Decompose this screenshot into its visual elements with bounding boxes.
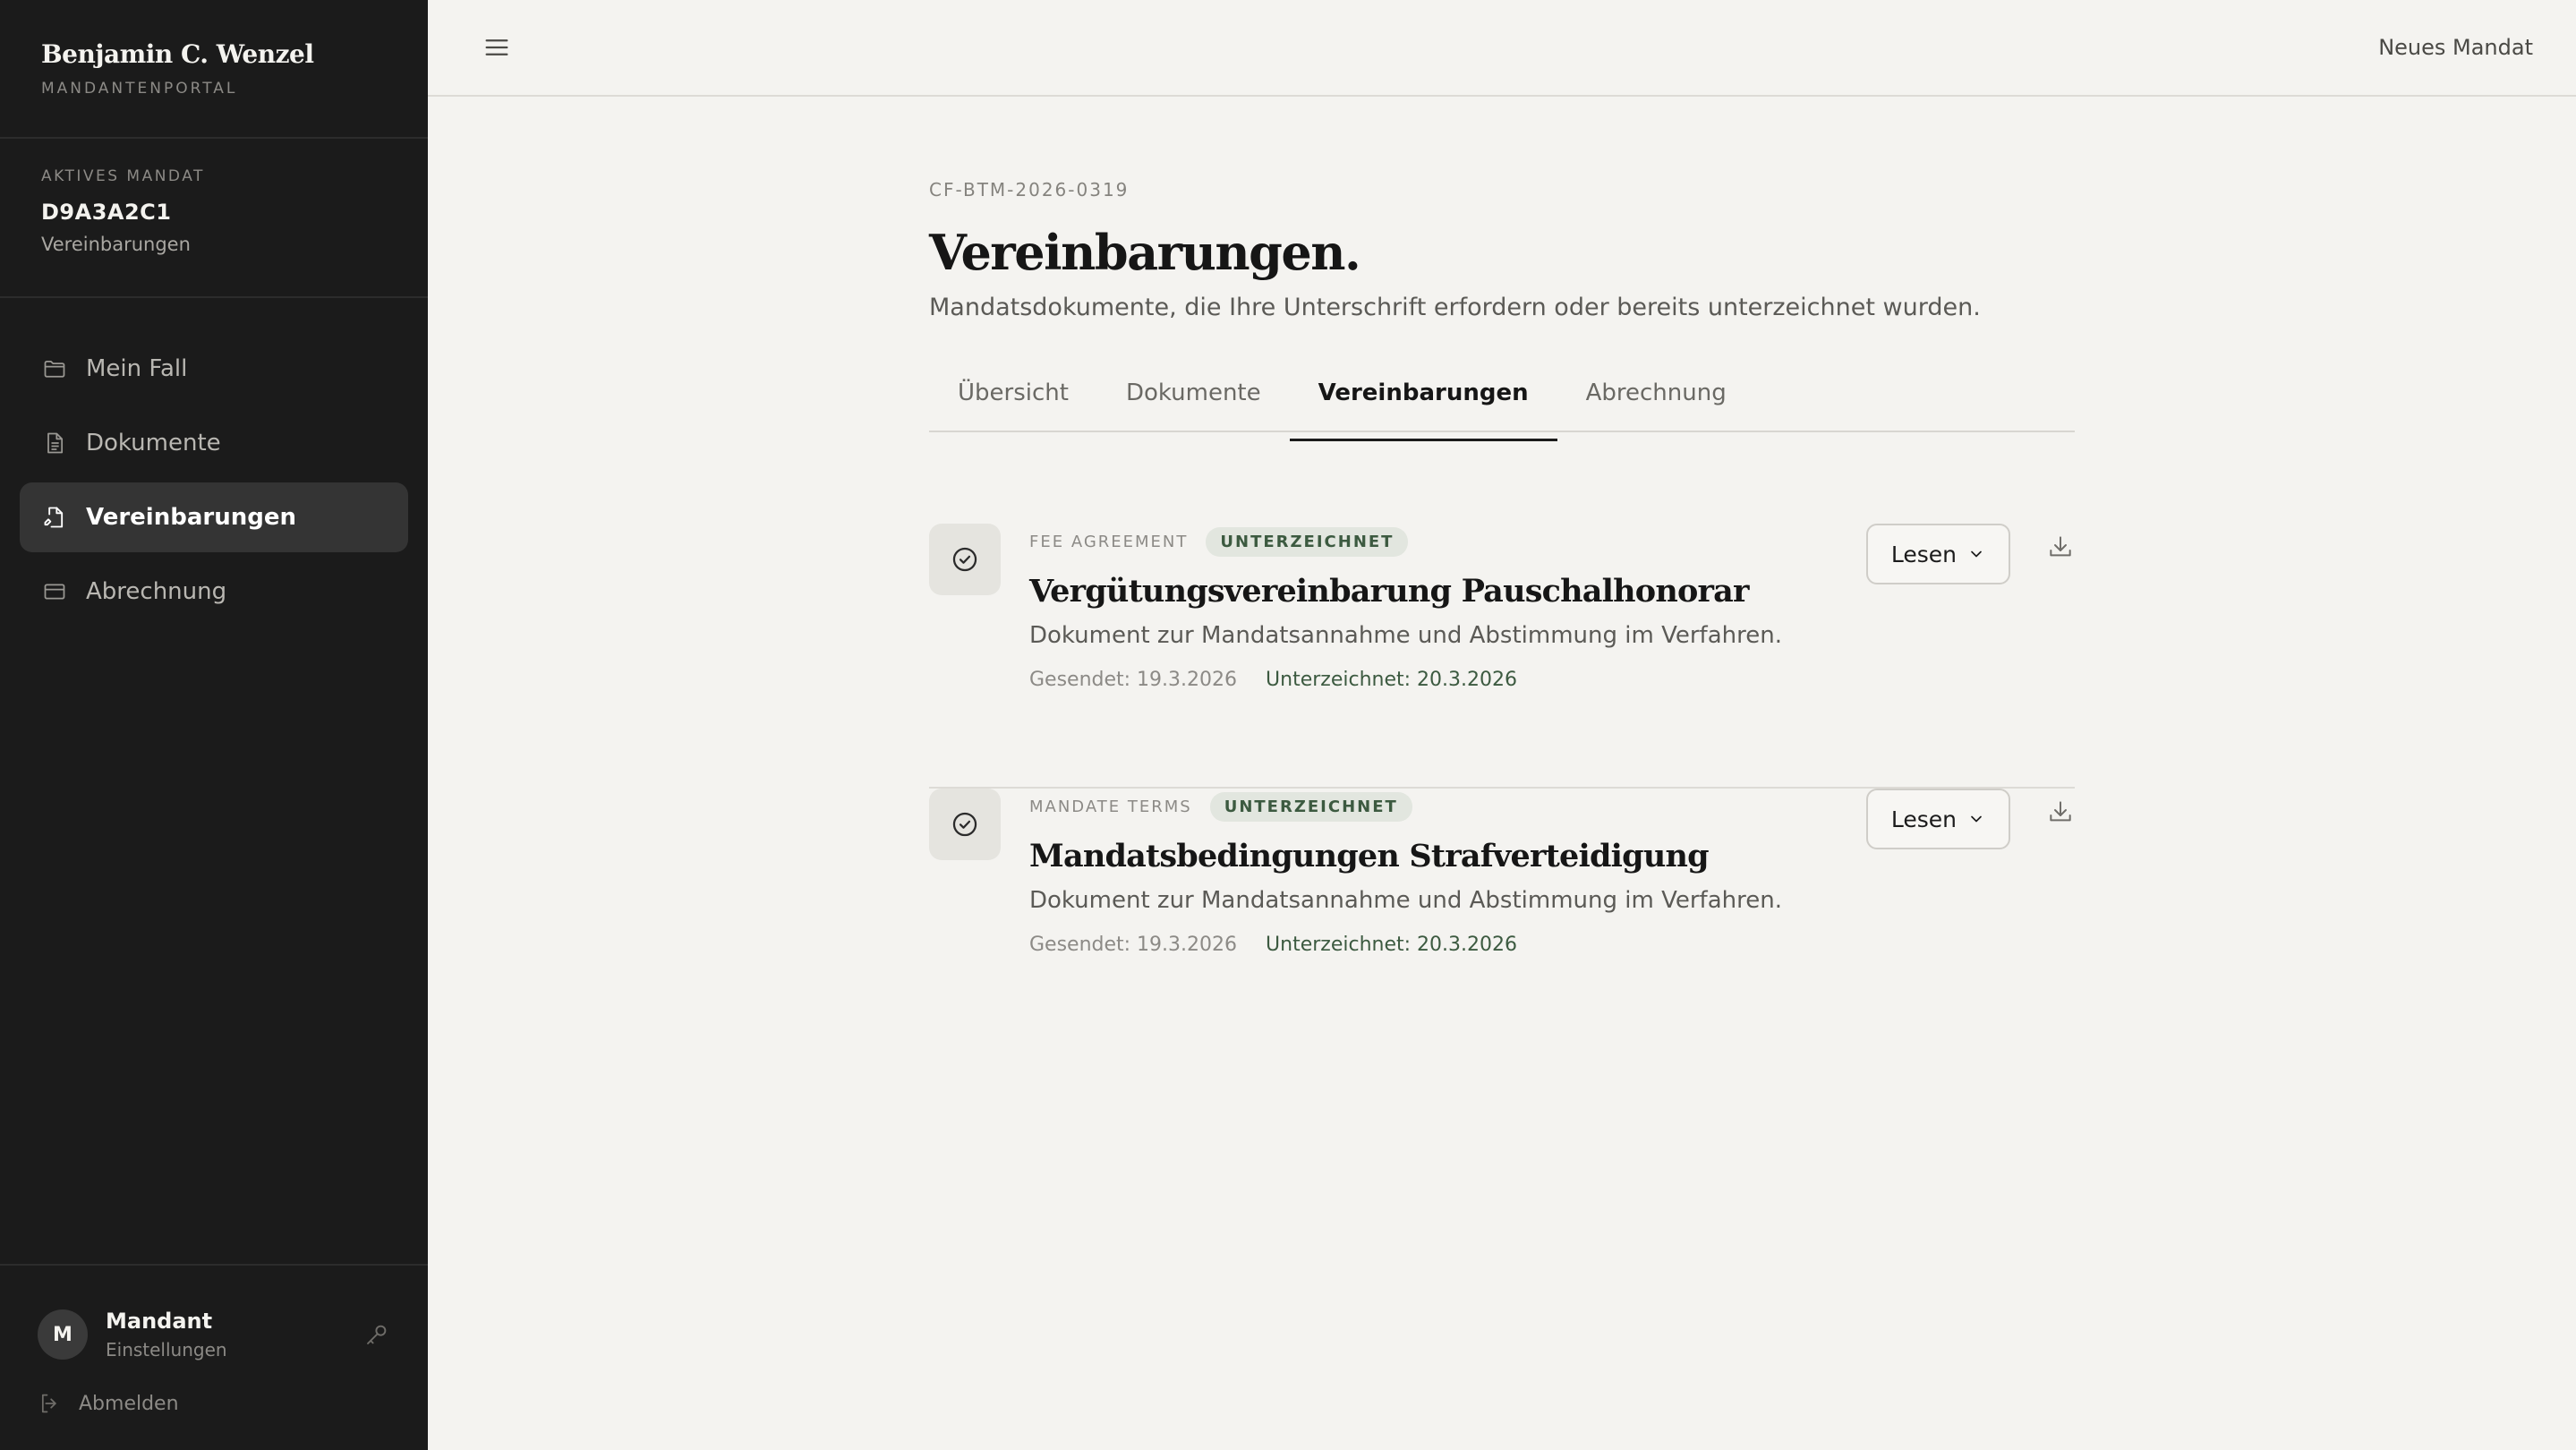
- document-description: Dokument zur Mandatsannahme und Abstimmu…: [1029, 887, 1782, 914]
- sidebar-item-abrechnung[interactable]: Abrechnung: [20, 557, 408, 627]
- read-button[interactable]: Lesen: [1865, 789, 2010, 849]
- sent-date: Gesendet: 19.3.2026: [1029, 934, 1238, 956]
- logout-label: Abmelden: [79, 1392, 179, 1415]
- document-item: FEE AGREEMENT UNTERZEICHNET Vergütungsve…: [929, 524, 2075, 789]
- document-dates: Gesendet: 19.3.2026 Unterzeichnet: 20.3.…: [1029, 669, 2075, 691]
- user-text: Mandant Einstellungen: [106, 1309, 363, 1360]
- brand-subtitle: MANDANTENPORTAL: [41, 80, 238, 98]
- chevron-down-icon: [1971, 815, 1982, 823]
- page-title: Vereinbarungen.: [929, 224, 1361, 281]
- brand: Benjamin C. Wenzel MANDANTENPORTAL: [0, 0, 428, 139]
- download-icon[interactable]: [2046, 798, 2075, 826]
- tabs: Übersicht Dokumente Vereinbarungen Abrec…: [929, 364, 2075, 441]
- key-icon[interactable]: [363, 1321, 390, 1348]
- chevron-down-icon: [1971, 550, 1982, 558]
- sidebar: Benjamin C. Wenzel MANDANTENPORTAL AKTIV…: [0, 0, 428, 1450]
- active-mandate-id: D9A3A2C1: [41, 200, 172, 225]
- document-dates: Gesendet: 19.3.2026 Unterzeichnet: 20.3.…: [1029, 934, 2075, 956]
- user-name: Mandant: [106, 1309, 213, 1334]
- document-type: FEE AGREEMENT: [1029, 533, 1189, 551]
- tab-vereinbarungen[interactable]: Vereinbarungen: [1289, 355, 1557, 441]
- document-description: Dokument zur Mandatsannahme und Abstimmu…: [1029, 622, 1782, 649]
- active-mandate-label: AKTIVES MANDAT: [41, 167, 205, 185]
- read-button[interactable]: Lesen: [1865, 524, 2010, 584]
- brand-name: Benjamin C. Wenzel: [41, 39, 314, 69]
- read-button-label: Lesen: [1890, 541, 1957, 567]
- signed-document-icon: [41, 504, 68, 531]
- sidebar-item-vereinbarungen[interactable]: Vereinbarungen: [20, 482, 408, 552]
- active-mandate: AKTIVES MANDAT D9A3A2C1 Vereinbarungen: [0, 139, 428, 298]
- active-mandate-section: Vereinbarungen: [41, 234, 191, 255]
- document-item: MANDATE TERMS UNTERZEICHNET Mandatsbedin…: [929, 789, 2075, 1053]
- signed-check-icon: [929, 524, 1001, 595]
- avatar[interactable]: M: [38, 1309, 88, 1360]
- sidebar-item-mein-fall[interactable]: Mein Fall: [20, 334, 408, 404]
- status-badge: UNTERZEICHNET: [1209, 792, 1412, 822]
- logout-icon: [41, 1394, 56, 1413]
- menu-icon[interactable]: [482, 32, 512, 63]
- document-icon: [41, 430, 68, 456]
- user-block: M Mandant Einstellungen Abmelden: [0, 1264, 428, 1450]
- sidebar-item-label: Mein Fall: [86, 355, 188, 382]
- signed-check-icon: [929, 789, 1001, 860]
- tab-dokumente[interactable]: Dokumente: [1097, 355, 1290, 431]
- sidebar-nav: Mein Fall Dokumente Vereinbarungen Abrec…: [0, 298, 428, 627]
- page-description: Mandatsdokumente, die Ihre Unterschrift …: [929, 294, 1981, 321]
- content: CF-BTM-2026-0319 Vereinbarungen. Mandats…: [929, 179, 2075, 1053]
- user-row: M Mandant Einstellungen: [38, 1309, 390, 1360]
- sidebar-item-label: Dokumente: [86, 430, 221, 456]
- read-button-label: Lesen: [1890, 806, 1957, 832]
- tab-uebersicht[interactable]: Übersicht: [929, 355, 1097, 431]
- case-number: CF-BTM-2026-0319: [929, 179, 1130, 200]
- main: Neues Mandat CF-BTM-2026-0319 Vereinbaru…: [428, 0, 2576, 1450]
- download-icon[interactable]: [2046, 533, 2075, 561]
- new-mandate-button[interactable]: Neues Mandat: [2378, 35, 2533, 60]
- topbar: Neues Mandat: [428, 0, 2576, 97]
- tab-abrechnung[interactable]: Abrechnung: [1557, 355, 1755, 431]
- sidebar-item-label: Vereinbarungen: [86, 504, 296, 531]
- credit-card-icon: [41, 578, 68, 605]
- signed-date: Unterzeichnet: 20.3.2026: [1266, 669, 1517, 691]
- folder-icon: [41, 355, 68, 382]
- app: Benjamin C. Wenzel MANDANTENPORTAL AKTIV…: [0, 0, 2576, 1450]
- sent-date: Gesendet: 19.3.2026: [1029, 669, 1238, 691]
- sidebar-item-dokumente[interactable]: Dokumente: [20, 408, 408, 478]
- signed-date: Unterzeichnet: 20.3.2026: [1266, 934, 1517, 956]
- logout-button[interactable]: Abmelden: [38, 1391, 390, 1416]
- settings-link[interactable]: Einstellungen: [106, 1339, 363, 1360]
- document-type: MANDATE TERMS: [1029, 798, 1192, 816]
- status-badge: UNTERZEICHNET: [1206, 527, 1409, 557]
- sidebar-item-label: Abrechnung: [86, 578, 227, 605]
